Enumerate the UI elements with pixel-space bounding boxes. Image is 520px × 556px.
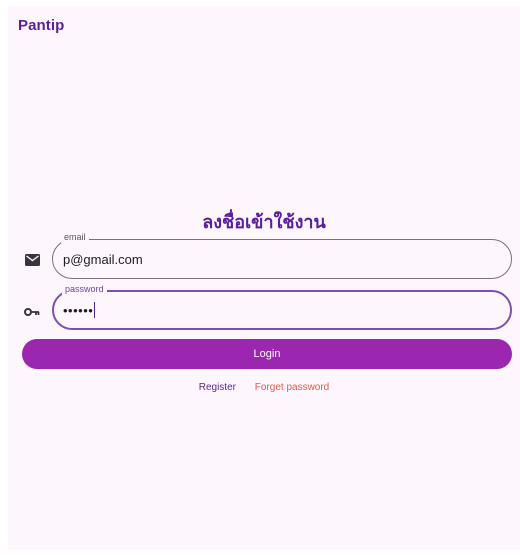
password-value: •••••• bbox=[63, 302, 94, 318]
envelope-icon bbox=[24, 252, 40, 268]
app-container: Pantip ลงชื่อเข้าใช้งาน email p@gmail.co… bbox=[8, 6, 520, 550]
email-field[interactable]: email p@gmail.com bbox=[52, 231, 512, 279]
password-value-wrap: •••••• bbox=[63, 292, 96, 328]
register-link[interactable]: Register bbox=[199, 382, 236, 393]
brand-logo: Pantip bbox=[18, 17, 65, 34]
key-icon bbox=[24, 304, 40, 320]
email-value: p@gmail.com bbox=[63, 251, 143, 267]
auth-links: Register Forget password bbox=[8, 382, 520, 393]
text-caret bbox=[94, 302, 96, 318]
login-button[interactable]: Login bbox=[22, 339, 512, 369]
forget-password-link[interactable]: Forget password bbox=[255, 382, 329, 393]
password-field[interactable]: password •••••• bbox=[52, 283, 512, 330]
